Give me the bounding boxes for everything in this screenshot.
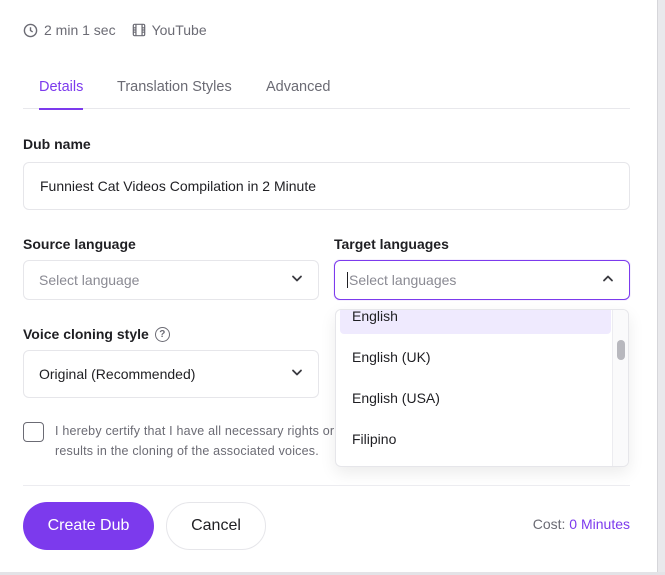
dropdown-scrollbar-thumb[interactable]: [617, 340, 625, 360]
tab-bar: Details Translation Styles Advanced: [23, 70, 630, 110]
source-text: YouTube: [151, 22, 207, 38]
create-dub-button[interactable]: Create Dub: [23, 502, 154, 550]
duration-text: 2 min 1 sec: [44, 22, 116, 38]
certify-checkbox[interactable]: [23, 422, 44, 442]
voice-cloning-label: Voice cloning style ?: [23, 326, 170, 342]
cost-label: Cost:: [532, 516, 570, 532]
dub-name-label: Dub name: [23, 136, 91, 152]
footer-divider: [23, 485, 630, 486]
chevron-up-icon[interactable]: [601, 272, 615, 289]
dub-name-value: Funniest Cat Videos Compilation in 2 Min…: [40, 178, 317, 194]
cost-summary: Cost: 0 Minutes: [533, 516, 630, 532]
certify-text: I hereby certify that I have all necessa…: [55, 421, 345, 461]
voice-cloning-label-text: Voice cloning style: [23, 326, 149, 342]
target-languages-placeholder: Select languages: [349, 272, 457, 288]
video-meta: 2 min 1 sec YouTube: [23, 22, 217, 38]
film-icon: [132, 23, 146, 37]
text-caret: [347, 272, 348, 288]
source-language-label: Source language: [23, 236, 136, 252]
source-language-placeholder: Select language: [39, 272, 140, 288]
option-english-uk[interactable]: English (UK): [340, 339, 611, 375]
tab-advanced[interactable]: Advanced: [266, 70, 331, 109]
cost-value: 0 Minutes: [569, 516, 630, 532]
cancel-button[interactable]: Cancel: [166, 502, 266, 550]
voice-cloning-value: Original (Recommended): [39, 366, 196, 382]
dropdown-scrollbar[interactable]: [612, 310, 628, 466]
chevron-down-icon: [290, 272, 304, 289]
clock-icon: [23, 23, 38, 38]
option-english-usa[interactable]: English (USA): [340, 380, 611, 416]
target-languages-dropdown: English English (UK) English (USA) Filip…: [335, 309, 629, 467]
chevron-down-icon: [290, 366, 304, 383]
certify-line-1: I hereby certify that I have all necessa…: [55, 424, 334, 438]
window-edge: [657, 0, 665, 575]
certify-line-2: results in the cloning of the associated…: [55, 444, 319, 458]
option-english[interactable]: English: [340, 310, 611, 334]
dub-name-input[interactable]: Funniest Cat Videos Compilation in 2 Min…: [23, 162, 630, 210]
target-languages-label: Target languages: [334, 236, 449, 252]
voice-cloning-select[interactable]: Original (Recommended): [23, 350, 319, 398]
duration-meta: 2 min 1 sec: [23, 22, 116, 38]
target-languages-select[interactable]: Select languages: [334, 260, 630, 300]
option-filipino[interactable]: Filipino: [340, 421, 611, 457]
tab-translation-styles[interactable]: Translation Styles: [117, 70, 232, 109]
help-circle-icon[interactable]: ?: [154, 326, 170, 342]
source-meta: YouTube: [132, 22, 207, 38]
tab-details[interactable]: Details: [39, 70, 84, 110]
source-language-select[interactable]: Select language: [23, 260, 319, 300]
